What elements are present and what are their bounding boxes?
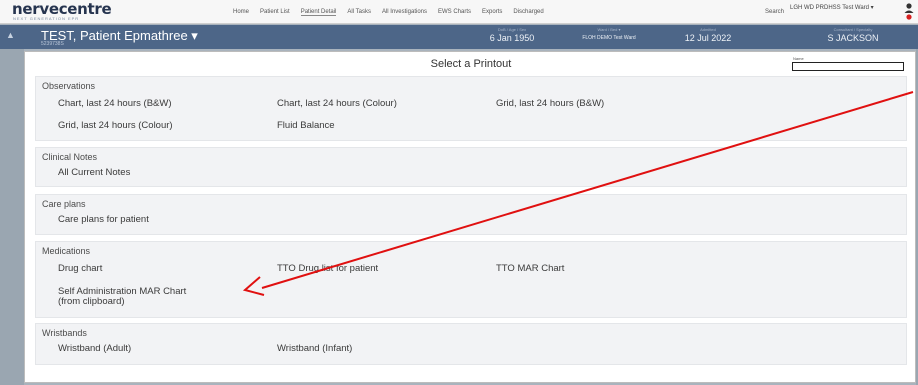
section-wristbands: Wristbands Wristband (Adult) Wristband (… bbox=[35, 323, 907, 365]
section-title: Medications bbox=[42, 246, 91, 256]
ward-value: FLOH DEMO Test Ward bbox=[582, 35, 636, 41]
section-medications: Medications Drug chart TTO Drug list for… bbox=[35, 241, 907, 318]
printout-grid-24h-bw[interactable]: Grid, last 24 hours (B&W) bbox=[496, 99, 604, 109]
search-link[interactable]: Search bbox=[765, 9, 784, 15]
ward-field[interactable]: Ward / Bed ▾ FLOH DEMO Test Ward bbox=[563, 27, 655, 41]
nav-all-tasks[interactable]: All Tasks bbox=[347, 9, 371, 16]
section-clinical-notes: Clinical Notes All Current Notes bbox=[35, 147, 907, 187]
user-alert-icon[interactable] bbox=[903, 2, 915, 20]
patient-banner: ▲ TEST, Patient Epmathree ▾ 5239738S DoB… bbox=[0, 25, 918, 49]
section-title: Care plans bbox=[42, 199, 86, 209]
app-logo-subtitle: NEXT GENERATION EPR bbox=[13, 16, 80, 21]
printout-fluid-balance[interactable]: Fluid Balance bbox=[277, 121, 335, 131]
printout-chart-24h-bw[interactable]: Chart, last 24 hours (B&W) bbox=[58, 99, 172, 109]
printout-wristband-adult[interactable]: Wristband (Adult) bbox=[58, 344, 131, 354]
printout-care-plans-for-patient[interactable]: Care plans for patient bbox=[58, 215, 149, 225]
consultant-label: Consultant / Specialty bbox=[833, 27, 873, 32]
printout-tto-drug-list[interactable]: TTO Drug list for patient bbox=[277, 264, 378, 274]
consultant-value: S JACKSON bbox=[827, 33, 879, 43]
nav-exports[interactable]: Exports bbox=[482, 9, 502, 16]
name-input[interactable] bbox=[792, 62, 904, 71]
consultant-field: Consultant / Specialty S JACKSON bbox=[794, 27, 912, 43]
dialog-title: Select a Printout bbox=[430, 58, 512, 70]
nav-home[interactable]: Home bbox=[233, 9, 249, 16]
nav-patient-list[interactable]: Patient List bbox=[260, 9, 290, 16]
admitted-label: Admitted bbox=[700, 27, 716, 32]
printout-grid-24h-colour[interactable]: Grid, last 24 hours (Colour) bbox=[58, 121, 173, 131]
patient-name[interactable]: TEST, Patient Epmathree ▾ bbox=[41, 28, 198, 44]
printout-drug-chart[interactable]: Drug chart bbox=[58, 264, 102, 274]
ward-selector[interactable]: LGH WD PRDHSS Test Ward ▾ bbox=[790, 4, 874, 11]
name-label: Name bbox=[793, 56, 804, 61]
section-care-plans: Care plans Care plans for patient bbox=[35, 194, 907, 235]
admitted-field: Admitted 12 Jul 2022 bbox=[662, 27, 754, 43]
section-title: Clinical Notes bbox=[42, 152, 98, 162]
main-nav: Home Patient List Patient Detail All Tas… bbox=[233, 9, 544, 16]
nav-ews-charts[interactable]: EWS Charts bbox=[438, 9, 471, 16]
dob-field: DoB / Age / Sex 6 Jan 1950 bbox=[466, 27, 558, 43]
printout-all-current-notes[interactable]: All Current Notes bbox=[58, 168, 130, 178]
section-title: Wristbands bbox=[42, 328, 87, 338]
section-title: Observations bbox=[42, 81, 96, 91]
background-panel bbox=[0, 49, 24, 385]
printout-self-administration-mar-chart-subtitle[interactable]: (from clipboard) bbox=[58, 297, 125, 307]
printout-wristband-infant[interactable]: Wristband (Infant) bbox=[277, 344, 352, 354]
admitted-value: 12 Jul 2022 bbox=[684, 33, 732, 43]
printout-chart-24h-colour[interactable]: Chart, last 24 hours (Colour) bbox=[277, 99, 397, 109]
app-logo[interactable]: nervecentre bbox=[12, 2, 112, 17]
patient-number: 5239738S bbox=[41, 41, 64, 47]
dob-label: DoB / Age / Sex bbox=[497, 27, 527, 32]
collapse-banner-icon[interactable]: ▲ bbox=[6, 30, 15, 40]
dob-value: 6 Jan 1950 bbox=[489, 33, 535, 43]
top-navigation-bar: nervecentre NEXT GENERATION EPR Home Pat… bbox=[0, 0, 918, 24]
nav-discharged[interactable]: Discharged bbox=[513, 9, 543, 16]
ward-label: Ward / Bed ▾ bbox=[597, 27, 621, 32]
printout-tto-mar-chart[interactable]: TTO MAR Chart bbox=[496, 264, 564, 274]
nav-patient-detail[interactable]: Patient Detail bbox=[300, 9, 337, 16]
section-observations: Observations Chart, last 24 hours (B&W) … bbox=[35, 76, 907, 141]
nav-all-investigations[interactable]: All Investigations bbox=[382, 9, 427, 16]
select-printout-dialog: Select a Printout Name Observations Char… bbox=[24, 51, 916, 383]
